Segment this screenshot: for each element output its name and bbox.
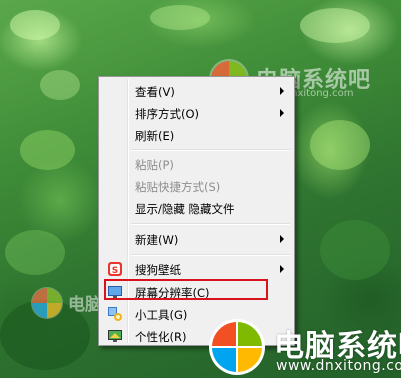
personalize-icon bbox=[108, 330, 122, 342]
menu-item-label: 粘贴(P) bbox=[135, 158, 174, 172]
menu-item-refresh[interactable]: 刷新(E) bbox=[101, 124, 292, 146]
menu-item-label: 显示/隐藏 隐藏文件 bbox=[135, 202, 235, 216]
menu-item-label: 搜狗壁纸 bbox=[135, 263, 181, 277]
brand-logo-icon bbox=[209, 319, 265, 375]
submenu-arrow-icon bbox=[280, 265, 284, 273]
menu-separator bbox=[131, 254, 290, 256]
menu-item-label: 查看(V) bbox=[135, 85, 175, 99]
menu-separator bbox=[131, 223, 290, 225]
menu-item-label: 新建(W) bbox=[135, 233, 179, 247]
submenu-arrow-icon bbox=[280, 87, 284, 95]
menu-item-toggle-hidden-files[interactable]: 显示/隐藏 隐藏文件 bbox=[101, 197, 292, 219]
screen-resolution-icon bbox=[108, 286, 122, 299]
menu-item-view[interactable]: 查看(V) bbox=[101, 80, 292, 102]
desktop-context-menu: 查看(V) 排序方式(O) 刷新(E) 粘贴(P) 粘贴快捷方式(S) 显示/隐… bbox=[98, 76, 295, 346]
menu-item-paste[interactable]: 粘贴(P) bbox=[101, 153, 292, 175]
watermark-url: www.dnxitong.com bbox=[276, 358, 401, 374]
sogou-wallpaper-icon: S bbox=[108, 262, 122, 276]
menu-item-label: 刷新(E) bbox=[135, 129, 175, 143]
gadgets-icon bbox=[108, 307, 122, 321]
menu-item-paste-shortcut[interactable]: 粘贴快捷方式(S) bbox=[101, 175, 292, 197]
menu-item-label: 小工具(G) bbox=[135, 308, 188, 322]
submenu-arrow-icon bbox=[280, 109, 284, 117]
menu-separator bbox=[131, 149, 290, 151]
menu-item-sogou-wallpaper[interactable]: S 搜狗壁纸 bbox=[101, 258, 292, 280]
submenu-arrow-icon bbox=[280, 235, 284, 243]
menu-item-label: 屏幕分辨率(C) bbox=[135, 286, 210, 300]
menu-item-screen-resolution[interactable]: 屏幕分辨率(C) bbox=[101, 281, 292, 303]
menu-item-label: 排序方式(O) bbox=[135, 107, 200, 121]
menu-item-new[interactable]: 新建(W) bbox=[101, 228, 292, 250]
brand-logo-icon bbox=[31, 287, 63, 319]
menu-item-label: 个性化(R) bbox=[135, 330, 187, 344]
menu-item-label: 粘贴快捷方式(S) bbox=[135, 180, 221, 194]
svg-text:S: S bbox=[112, 266, 118, 276]
menu-item-sort-by[interactable]: 排序方式(O) bbox=[101, 102, 292, 124]
